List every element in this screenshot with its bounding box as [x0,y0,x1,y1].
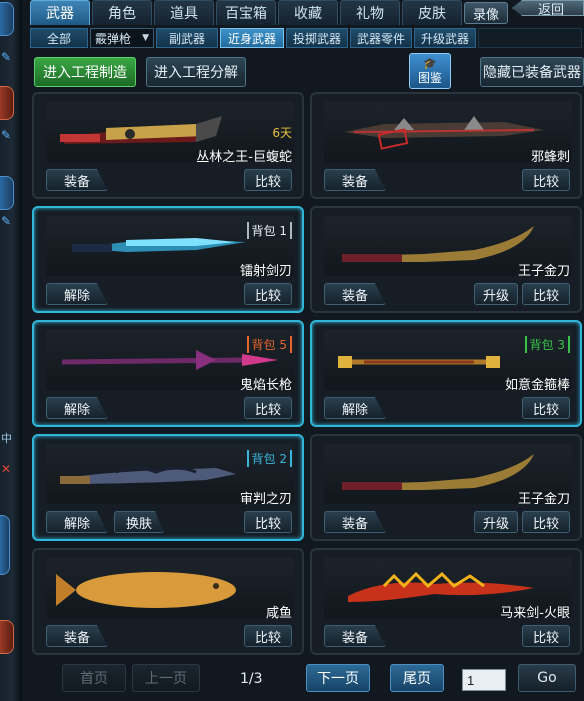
side-expand-label[interactable]: 中 [1,430,12,446]
compare-button[interactable]: 比较 [244,511,292,533]
unequip-button[interactable]: 解除 [324,397,386,419]
weapon-image [46,558,294,618]
compare-button[interactable]: 比较 [522,397,570,419]
wrench-icon[interactable]: ✎ [1,50,11,64]
side-avatar-3[interactable] [0,620,14,654]
upgrade-button[interactable]: 升级 [474,511,518,533]
pagination: 首页 上一页 1/3 下一页 尾页 Go [22,662,584,694]
category-tabs: 武器 角色 道具 百宝箱 收藏 礼物 皮肤 [30,0,462,26]
backpack-badge: 背包 5 [246,336,292,353]
duration-tag: 6天 [272,126,292,140]
tab-skins[interactable]: 皮肤 [402,0,462,25]
next-page-button[interactable]: 下一页 [306,664,370,692]
left-side-strip: ✎ ✎ ✎ 中 ✕ [0,0,20,701]
weapon-card[interactable]: 背包 2 审判之刃 解除 换肤 比较 [32,434,304,541]
compare-button[interactable]: 比较 [244,283,292,305]
tab-weapons[interactable]: 武器 [30,0,90,25]
hide-equipped-button[interactable]: 隐藏已装备武器 [480,57,584,87]
weapon-name: 丛林之王-巨蝮蛇 [196,150,292,165]
last-page-button[interactable]: 尾页 [390,664,444,692]
unequip-button[interactable]: 解除 [46,397,108,419]
filter-bar-filler [478,28,582,48]
filter-throwing[interactable]: 投掷武器 [286,28,348,48]
craft-button[interactable]: 进入工程制造 [34,57,136,87]
chevron-down-icon: ▼ [142,33,149,43]
weapon-name: 邪蜂刺 [530,150,570,165]
weapon-name: 审判之刃 [239,492,292,507]
inventory-panel: 武器 角色 道具 百宝箱 收藏 礼物 皮肤 录像 返回 全部 霰弹枪 ▼ 副武器… [22,0,584,701]
wrench-icon[interactable]: ✎ [1,128,11,142]
equip-button[interactable]: 装备 [324,511,386,533]
upgrade-button[interactable]: 升级 [474,283,518,305]
weapon-filter-bar: 全部 霰弹枪 ▼ 副武器 近身武器 投掷武器 武器零件 升级武器 [30,28,584,50]
weapon-name: 镭射剑刃 [239,264,292,279]
weapon-card[interactable]: 6天 丛林之王-巨蝮蛇 装备 比较 [32,92,304,199]
first-page-button[interactable]: 首页 [62,664,126,692]
change-skin-button[interactable]: 换肤 [114,511,164,533]
weapon-name: 鬼焰长枪 [239,378,292,393]
backpack-badge: 背包 2 [246,450,292,467]
backpack-badge: 背包 3 [524,336,570,353]
equip-button[interactable]: 装备 [324,283,386,305]
weapon-name: 王子金刀 [517,264,570,279]
weapon-card[interactable]: 王子金刀 装备 升级 比较 [310,434,582,541]
side-avatar-2[interactable] [0,176,14,210]
compare-button[interactable]: 比较 [522,625,570,647]
equip-button[interactable]: 装备 [46,625,108,647]
prev-page-button[interactable]: 上一页 [132,664,200,692]
decompose-button[interactable]: 进入工程分解 [146,57,246,87]
weapon-card[interactable]: 背包 5 鬼焰长枪 解除 比较 [32,320,304,427]
record-button[interactable]: 录像 [464,2,508,24]
close-icon[interactable]: ✕ [1,462,11,476]
filter-melee[interactable]: 近身武器 [220,28,284,48]
weapon-type-select-value: 霰弹枪 [95,31,132,46]
filter-secondary[interactable]: 副武器 [156,28,218,48]
unequip-button[interactable]: 解除 [46,283,108,305]
weapon-name: 咸鱼 [265,606,292,621]
tab-characters[interactable]: 角色 [92,0,152,25]
side-button-1[interactable] [0,2,14,36]
tab-gifts[interactable]: 礼物 [340,0,400,25]
equip-button[interactable]: 装备 [324,169,386,191]
tab-favorites[interactable]: 收藏 [278,0,338,25]
compare-button[interactable]: 比较 [244,397,292,419]
atlas-label: 图鉴 [417,71,442,85]
tab-items[interactable]: 道具 [154,0,214,25]
backpack-badge: 背包 1 [246,222,292,239]
weapon-card[interactable]: 咸鱼 装备 比较 [32,548,304,655]
weapon-card[interactable]: 背包 3 如意金箍棒 解除 比较 [310,320,582,427]
weapon-name: 王子金刀 [517,492,570,507]
weapon-type-select[interactable]: 霰弹枪 ▼ [90,28,154,48]
weapon-name: 马来剑-火眼 [500,606,570,621]
page-indicator: 1/3 [240,671,263,687]
weapon-grid: 6天 丛林之王-巨蝮蛇 装备 比较 邪蜂刺 装备 比较 背包 1 镭射剑刃 解除… [30,92,582,655]
compare-button[interactable]: 比较 [522,511,570,533]
equip-button[interactable]: 装备 [46,169,108,191]
equip-button[interactable]: 装备 [324,625,386,647]
compare-button[interactable]: 比较 [244,625,292,647]
weapon-card[interactable]: 邪蜂刺 装备 比较 [310,92,582,199]
go-button[interactable]: Go [518,664,576,692]
side-avatar-1[interactable] [0,86,14,120]
compare-button[interactable]: 比较 [244,169,292,191]
filter-parts[interactable]: 武器零件 [350,28,412,48]
weapon-card[interactable]: 背包 1 镭射剑刃 解除 比较 [32,206,304,313]
mortarboard-icon: 🎓 [423,57,437,70]
compare-button[interactable]: 比较 [522,169,570,191]
page-number-input[interactable] [462,669,506,691]
tab-treasure-box[interactable]: 百宝箱 [216,0,276,25]
weapon-name: 如意金箍棒 [504,378,570,393]
back-button[interactable]: 返回 [512,0,584,16]
unequip-button[interactable]: 解除 [46,511,108,533]
weapon-card[interactable]: 马来剑-火眼 装备 比较 [310,548,582,655]
atlas-button[interactable]: 🎓 图鉴 [409,53,451,89]
wrench-icon[interactable]: ✎ [1,214,11,228]
filter-all[interactable]: 全部 [30,28,88,48]
weapon-card[interactable]: 王子金刀 装备 升级 比较 [310,206,582,313]
compare-button[interactable]: 比较 [522,283,570,305]
filter-upgrade[interactable]: 升级武器 [414,28,476,48]
side-scroll-handle[interactable] [0,515,10,575]
